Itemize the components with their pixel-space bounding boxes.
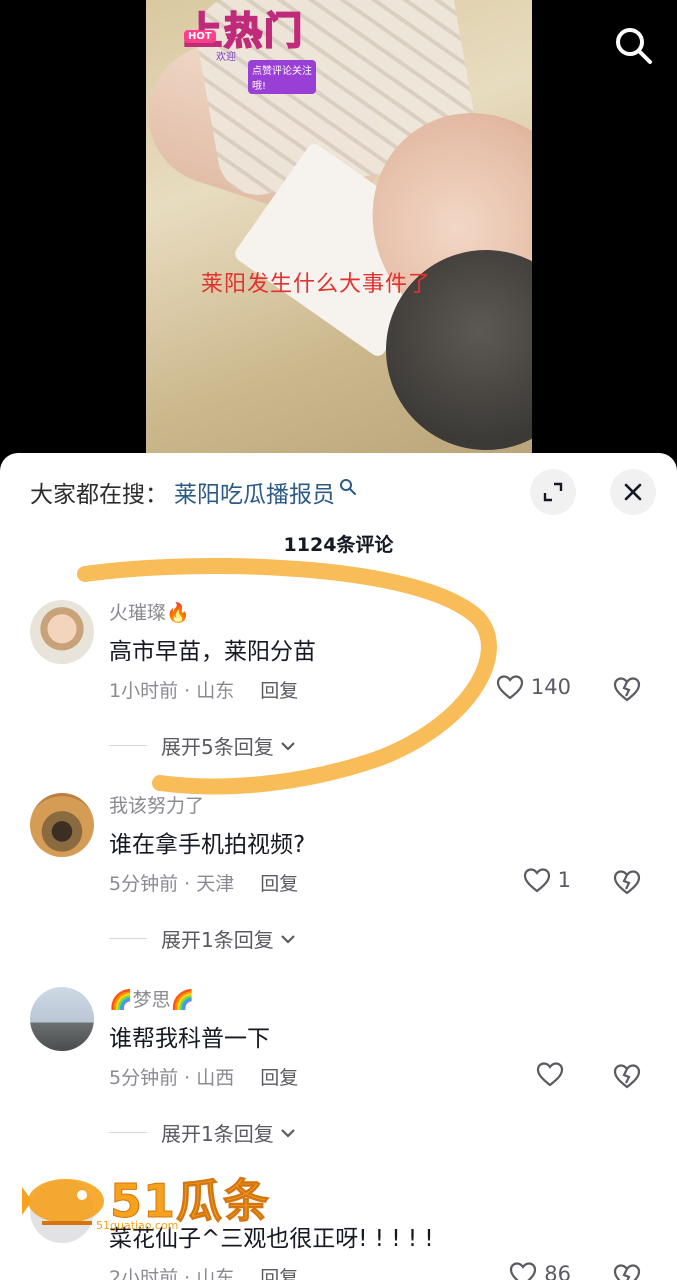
hot-search-bar[interactable]: 大家都在搜： 莱阳吃瓜播报员	[30, 475, 357, 509]
watermark-logo: 51瓜条 51guatiao.com	[22, 1165, 272, 1245]
comment-time-location: 2小时前 · 山东	[109, 1267, 235, 1280]
like-count: 1	[557, 868, 571, 892]
highlight-annotation	[77, 558, 497, 795]
hot-badge: 上热门 HOT 欢迎 点赞评论关注哦!	[176, 0, 316, 94]
search-mini-icon	[340, 479, 356, 495]
comment-meta: 2小时前 · 山东 回复	[109, 1263, 298, 1280]
video-caption: 莱阳发生什么大事件了	[201, 272, 432, 297]
expand-divider	[109, 1132, 147, 1133]
hot-badge-title: 上热门	[183, 8, 305, 54]
expand-replies-label: 展开5条回复	[161, 735, 274, 759]
avatar[interactable]	[30, 600, 94, 664]
video-frame[interactable]: 上热门 HOT 欢迎 点赞评论关注哦! 莱阳发生什么大事件了	[146, 0, 532, 470]
comment-meta: 5分钟前 · 天津 回复	[109, 869, 298, 896]
comment-time-location: 1小时前 · 山东	[109, 680, 235, 702]
expand-replies-label: 展开1条回复	[161, 928, 274, 952]
comment-meta: 1小时前 · 山东 回复	[109, 676, 298, 703]
reply-button[interactable]: 回复	[260, 680, 298, 702]
chevron-down-icon	[280, 741, 295, 751]
comment-author[interactable]: 火璀璨🔥	[109, 598, 190, 625]
like-count: 86	[544, 1262, 571, 1280]
reply-button[interactable]: 回复	[260, 873, 298, 895]
comment-sheet: 大家都在搜： 莱阳吃瓜播报员 1124条评论 火璀璨🔥 高市早苗，莱阳分苗 1小…	[0, 453, 677, 1280]
search-icon[interactable]	[612, 24, 654, 66]
heart-icon	[523, 868, 550, 893]
comment-time-location: 5分钟前 · 天津	[109, 873, 235, 895]
chevron-down-icon	[280, 1128, 295, 1138]
close-icon	[624, 483, 642, 501]
expand-replies-label: 展开1条回复	[161, 1122, 274, 1146]
comment-text[interactable]: 高市早苗，莱阳分苗	[109, 632, 316, 666]
broken-heart-icon[interactable]	[612, 1261, 642, 1280]
comment-text[interactable]: 谁帮我科普一下	[109, 1019, 270, 1053]
heart-icon	[510, 1262, 537, 1280]
reply-button[interactable]: 回复	[260, 1067, 298, 1089]
expand-fullscreen-icon	[543, 482, 563, 502]
like-button[interactable]: 86	[508, 1259, 571, 1280]
comment-author[interactable]: 🌈梦思🌈	[109, 985, 194, 1012]
watermark-url: 51guatiao.com	[96, 1219, 179, 1232]
comment-time-location: 5分钟前 · 山西	[109, 1067, 235, 1089]
comment-count: 1124条评论	[283, 534, 394, 556]
expand-divider	[109, 745, 147, 746]
fish-logo-icon	[22, 1179, 104, 1225]
reply-button[interactable]: 回复	[260, 1267, 298, 1280]
hot-badge-sub: 欢迎	[216, 52, 236, 63]
avatar[interactable]	[30, 987, 94, 1051]
like-button[interactable]: 1	[522, 865, 571, 895]
close-button[interactable]	[610, 469, 656, 515]
expand-fullscreen-button[interactable]	[530, 469, 576, 515]
expand-divider	[109, 938, 147, 939]
heart-icon	[536, 1062, 564, 1087]
heart-icon	[496, 675, 524, 700]
avatar[interactable]	[30, 793, 94, 857]
like-count: 140	[530, 675, 571, 699]
comment-meta: 5分钟前 · 山西 回复	[109, 1063, 298, 1090]
comment-text[interactable]: 谁在拿手机拍视频?	[109, 825, 305, 859]
hot-search-keyword[interactable]: 莱阳吃瓜播报员	[174, 475, 335, 509]
hot-search-label: 大家都在搜：	[30, 482, 168, 508]
hot-badge-tag: HOT	[184, 30, 216, 43]
like-button[interactable]: 140	[495, 672, 571, 702]
comment-author[interactable]: 我该努力了	[109, 791, 204, 818]
video-player[interactable]: 上热门 HOT 欢迎 点赞评论关注哦! 莱阳发生什么大事件了	[0, 0, 677, 470]
expand-replies-button[interactable]: 展开5条回复	[109, 731, 298, 760]
broken-heart-icon[interactable]	[612, 1061, 642, 1091]
broken-heart-icon[interactable]	[612, 867, 642, 897]
chevron-down-icon	[280, 934, 295, 944]
broken-heart-icon[interactable]	[612, 674, 642, 704]
hot-badge-sub2: 点赞评论关注哦!	[248, 60, 316, 94]
expand-replies-button[interactable]: 展开1条回复	[109, 924, 298, 953]
expand-replies-button[interactable]: 展开1条回复	[109, 1118, 298, 1147]
like-button[interactable]	[535, 1059, 571, 1089]
